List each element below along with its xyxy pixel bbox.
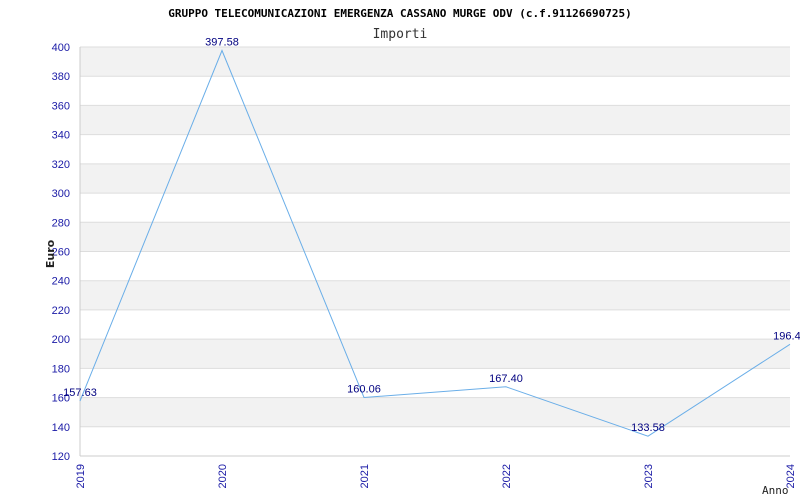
y-tick-label: 400: [52, 42, 70, 54]
grid-band: [80, 309, 790, 340]
x-tick-label: 2020: [217, 464, 229, 488]
y-tick-label: 360: [52, 100, 70, 112]
grid-band: [80, 426, 790, 456]
data-label: 133.58: [631, 422, 665, 434]
grid-band: [80, 251, 790, 281]
y-tick-label: 120: [52, 451, 70, 463]
data-label: 397.58: [205, 37, 239, 49]
y-tick-label: 240: [52, 276, 70, 288]
y-tick-label: 300: [52, 188, 70, 200]
grid-band: [80, 339, 790, 369]
data-label: 196.47: [773, 330, 800, 342]
y-tick-label: 140: [52, 422, 70, 434]
data-label: 157.63: [63, 387, 97, 399]
x-tick-label: 2021: [359, 464, 371, 488]
y-tick-label: 220: [52, 305, 70, 317]
x-tick-label: 2022: [501, 464, 513, 488]
x-tick-label: 2019: [75, 464, 87, 488]
y-tick-label: 320: [52, 159, 70, 171]
y-axis-label: Euro: [44, 239, 57, 268]
chart-title: GRUPPO TELECOMUNICAZIONI EMERGENZA CASSA…: [168, 7, 632, 20]
y-tick-label: 180: [52, 363, 70, 375]
grid-band: [80, 76, 790, 106]
grid-band: [80, 163, 790, 194]
data-label: 160.06: [347, 383, 381, 395]
y-tick-label: 200: [52, 334, 70, 346]
grid-band: [80, 397, 790, 427]
y-tick-label: 380: [52, 71, 70, 83]
data-label: 167.40: [489, 373, 523, 385]
y-tick-label: 280: [52, 217, 70, 229]
chart-subtitle: Importi: [373, 27, 428, 42]
grid-band: [80, 47, 790, 77]
grid-band: [80, 280, 790, 310]
y-tick-label: 340: [52, 130, 70, 142]
grid-band: [80, 222, 790, 252]
grid-band: [80, 368, 790, 398]
x-tick-label: 2023: [643, 464, 655, 488]
x-axis-label: Anno: [762, 484, 789, 497]
grid-band: [80, 193, 790, 223]
line-chart: GRUPPO TELECOMUNICAZIONI EMERGENZA CASSA…: [44, 7, 800, 497]
x-axis-ticks: 2019 2020 2021 2022 2023 2024: [75, 464, 797, 488]
grid-band: [80, 105, 790, 135]
